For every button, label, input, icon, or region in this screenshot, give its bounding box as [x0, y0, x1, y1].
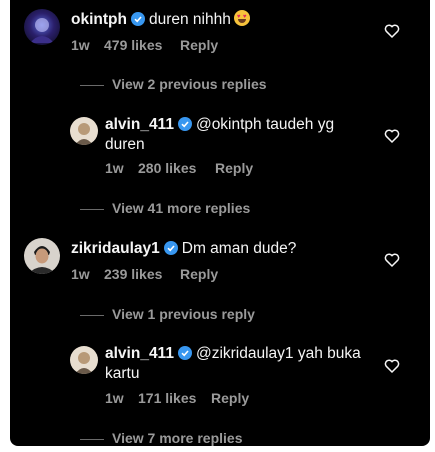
likes-count[interactable]: 280 likes: [138, 160, 196, 176]
username[interactable]: okintph: [71, 11, 127, 28]
avatar-image: [75, 352, 93, 374]
reply-1-line: alvin_411 @okintph taudeh yg duren: [105, 115, 385, 155]
likes-count[interactable]: 171 likes: [138, 390, 196, 406]
avatar[interactable]: [70, 346, 98, 374]
comment-2-line: zikridaulay1 Dm aman dude?: [71, 239, 296, 259]
verified-badge-icon: [130, 12, 145, 26]
username[interactable]: alvin_411: [105, 345, 174, 362]
reply-button[interactable]: Reply: [215, 160, 253, 176]
comment-age: 1w: [105, 160, 124, 176]
view-previous-replies-label: View 2 previous replies: [112, 76, 267, 92]
reply-button[interactable]: Reply: [211, 390, 249, 406]
avatar[interactable]: [24, 9, 60, 45]
view-more-replies[interactable]: View 41 more replies: [80, 200, 250, 216]
avatar[interactable]: [70, 117, 98, 145]
likes-count[interactable]: 479 likes: [104, 37, 162, 53]
reply-text-line2: kartu: [105, 365, 140, 382]
divider-line: [80, 314, 104, 316]
like-heart-icon[interactable]: [384, 128, 400, 144]
view-more-replies-label: View 41 more replies: [112, 200, 251, 216]
verified-badge-icon: [177, 117, 192, 131]
reply-button[interactable]: Reply: [180, 37, 218, 53]
reply-button[interactable]: Reply: [180, 266, 218, 282]
like-heart-icon[interactable]: [384, 252, 400, 268]
verified-badge-icon: [163, 241, 178, 255]
comment-age: 1w: [105, 390, 124, 406]
heart-eyes-emoji: ♥ ♥: [233, 10, 250, 26]
reply-text-line2: duren: [105, 136, 145, 153]
like-heart-icon[interactable]: [384, 23, 400, 39]
avatar-image: [75, 123, 93, 145]
username[interactable]: zikridaulay1: [71, 240, 160, 257]
view-previous-replies-label: View 1 previous reply: [112, 306, 255, 322]
likes-count[interactable]: 239 likes: [104, 266, 162, 282]
divider-line: [80, 84, 104, 86]
divider-line: [80, 208, 104, 210]
view-more-replies[interactable]: View 7 more replies: [80, 430, 242, 446]
comment-1-line: okintph duren nihhh ♥ ♥: [71, 10, 250, 30]
view-previous-replies[interactable]: View 2 previous replies: [80, 76, 267, 92]
divider-line: [80, 438, 104, 440]
avatar[interactable]: [24, 238, 60, 274]
reply-text-line1: @okintph taudeh yg: [195, 116, 335, 133]
like-heart-icon[interactable]: [384, 358, 400, 374]
avatar-image: [30, 18, 54, 43]
view-more-replies-label: View 7 more replies: [112, 430, 243, 446]
reply-2-line: alvin_411 @zikridaulay1 yah buka kartu: [105, 344, 385, 384]
avatar-image: [28, 246, 56, 274]
reply-text-line1: @zikridaulay1 yah buka: [195, 345, 361, 362]
comment-text: Dm aman dude?: [181, 240, 297, 257]
username[interactable]: alvin_411: [105, 116, 174, 133]
comment-age: 1w: [71, 266, 90, 282]
view-previous-replies[interactable]: View 1 previous reply: [80, 306, 255, 322]
comment-text: duren nihhh: [148, 11, 231, 28]
comment-age: 1w: [71, 37, 90, 53]
verified-badge-icon: [177, 346, 192, 360]
comments-panel: okintph duren nihhh ♥ ♥ 1w 479 likes Reply …: [10, 0, 430, 446]
